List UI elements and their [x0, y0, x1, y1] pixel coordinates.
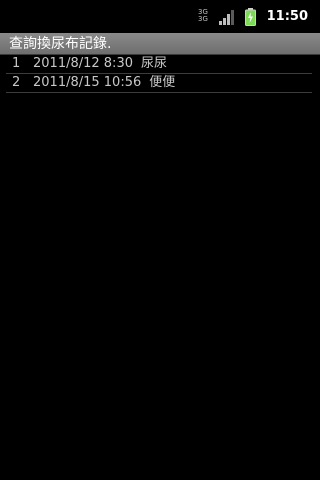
record-number: 2 [12, 75, 21, 90]
record-list: 1 2011/8/12 8:30 尿尿 2 2011/8/15 10:56 便便 [0, 55, 320, 93]
title-bar: 查詢換尿布記錄. [0, 33, 320, 55]
status-bar: 3G 3G 11:50 [0, 0, 320, 33]
record-datetime: 2011/8/12 8:30 [33, 56, 133, 71]
signal-bars-icon [219, 10, 234, 25]
record-datetime: 2011/8/15 10:56 [33, 75, 142, 90]
record-type: 便便 [149, 75, 176, 90]
network-label-bottom: 3G [198, 15, 208, 23]
list-item[interactable]: 2 2011/8/15 10:56 便便 [6, 74, 312, 93]
list-item[interactable]: 1 2011/8/12 8:30 尿尿 [6, 55, 312, 74]
page-title: 查詢換尿布記錄. [9, 36, 112, 52]
network-3g-icon: 3G 3G [196, 9, 210, 25]
record-number: 1 [12, 56, 21, 71]
clock: 11:50 [266, 9, 308, 24]
record-type: 尿尿 [140, 56, 167, 71]
battery-charging-icon [245, 8, 256, 26]
